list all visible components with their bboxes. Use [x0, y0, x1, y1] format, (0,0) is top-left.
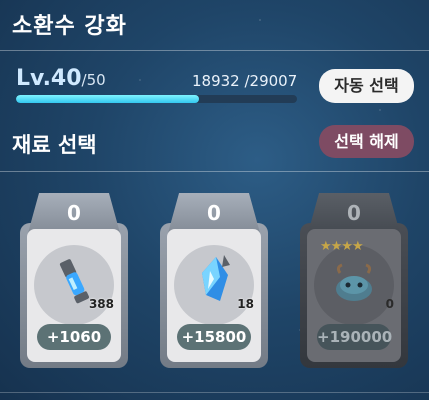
- deselect-button[interactable]: 선택 해제: [319, 125, 414, 158]
- crystal-shard-icon: [202, 255, 230, 301]
- selected-count: 0: [347, 201, 361, 225]
- selected-count: 0: [207, 201, 221, 225]
- level-current: Lv.40: [16, 66, 82, 91]
- level-max: /50: [81, 71, 106, 89]
- material-card[interactable]: 0 18 +15800: [160, 193, 268, 368]
- xp-bonus-badge: +1060: [37, 324, 111, 350]
- auto-select-button[interactable]: 자동 선택: [319, 69, 414, 103]
- item-quantity: 0: [385, 297, 394, 311]
- divider: [0, 392, 429, 393]
- item-quantity: 388: [88, 297, 114, 311]
- xp-text: 18932 /29007: [192, 72, 298, 90]
- item-quantity: 18: [237, 297, 254, 311]
- xp-bonus-badge: +190000: [317, 324, 392, 350]
- xp-bonus-badge: +15800: [177, 324, 251, 350]
- materials-title: 재료 선택: [12, 133, 97, 157]
- divider: [0, 171, 429, 172]
- selected-count: 0: [67, 201, 81, 225]
- divider: [0, 50, 429, 51]
- slime-summon-icon: [336, 263, 372, 301]
- material-card: 0 ★★★★ 0 +190000: [300, 193, 408, 368]
- level-display: Lv.40/50: [16, 66, 106, 91]
- xp-bar: [16, 95, 297, 103]
- page-title: 소환수 강화: [12, 14, 127, 39]
- material-card[interactable]: 0 388 +1060: [20, 193, 128, 368]
- xp-bar-fill: [16, 95, 200, 103]
